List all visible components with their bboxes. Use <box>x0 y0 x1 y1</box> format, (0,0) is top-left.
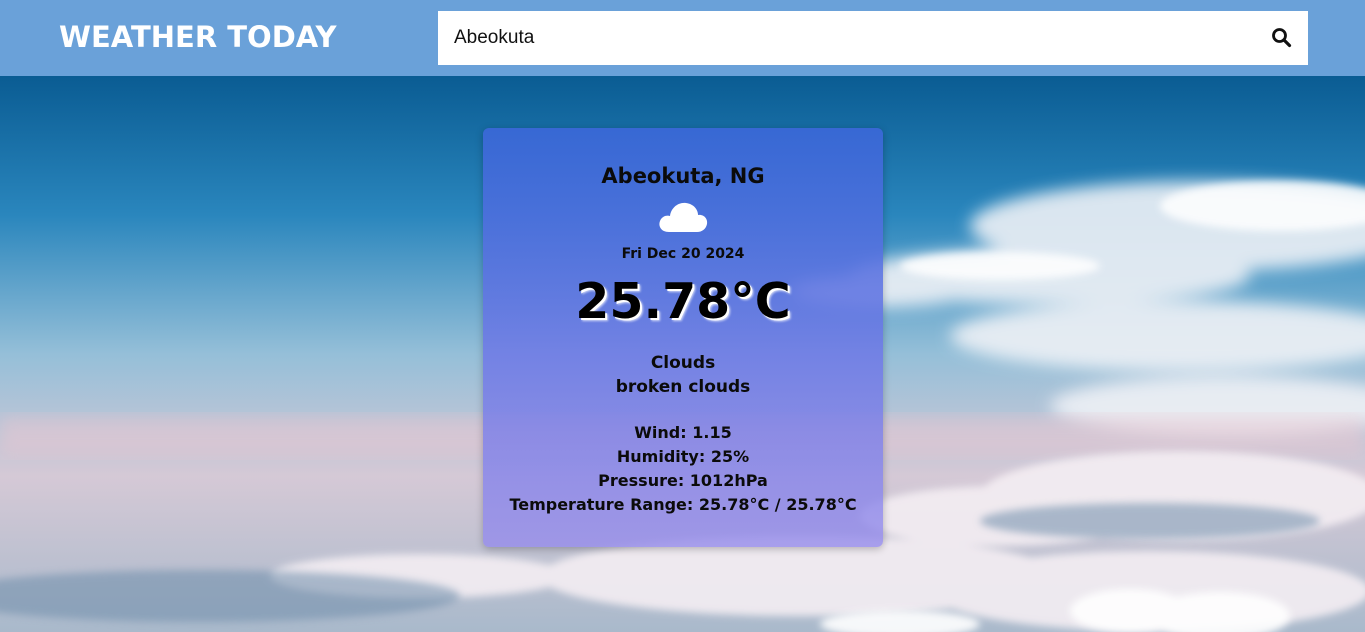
pressure-value: Pressure: 1012hPa <box>598 471 768 490</box>
search-icon[interactable] <box>1270 26 1294 50</box>
search-bar <box>438 11 1308 65</box>
search-input[interactable] <box>438 11 1258 65</box>
temperature-value: 25.78°C <box>575 273 791 330</box>
condition-label: Clouds <box>650 353 716 373</box>
date-label: Fri Dec 20 2024 <box>621 246 745 262</box>
weather-stats: Wind: 1.15 Humidity: 25% Pressure: 1012h… <box>483 421 883 517</box>
app-header: WEATHER TODAY <box>0 0 1365 76</box>
humidity-value: Humidity: 25% <box>616 447 750 466</box>
location-name: Abeokuta, NG <box>601 164 765 188</box>
temperature-range: Temperature Range: 25.78°C / 25.78°C <box>509 495 857 514</box>
condition-description: broken clouds <box>615 377 751 397</box>
cloud-icon <box>657 198 709 234</box>
weather-card: Abeokuta, NG Fri Dec 20 2024 25.78°C Clo… <box>483 128 883 547</box>
wind-value: Wind: 1.15 <box>634 423 732 442</box>
app-title: WEATHER TODAY <box>59 20 337 54</box>
